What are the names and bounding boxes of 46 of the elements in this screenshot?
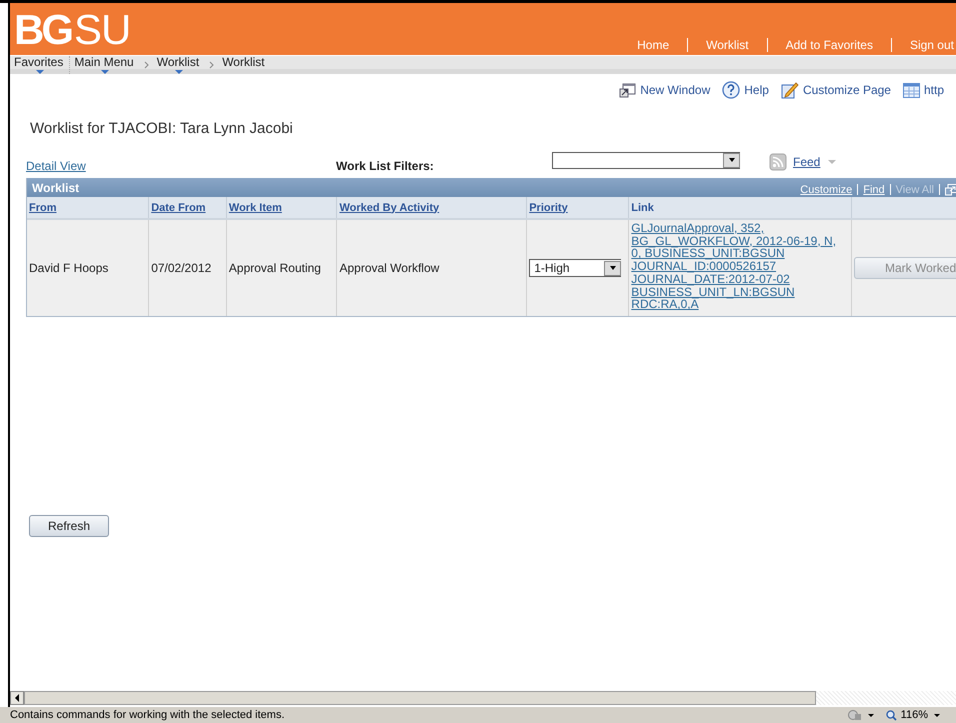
column-header[interactable]: Worked By Activity: [336, 197, 527, 219]
refresh-button[interactable]: Refresh: [29, 515, 109, 537]
scroll-left-icon[interactable]: [10, 691, 24, 705]
column-header[interactable]: Date From: [148, 197, 226, 219]
security-icon[interactable]: [848, 709, 862, 721]
breadcrumb-link[interactable]: Worklist: [218, 56, 271, 74]
column-header: Link: [628, 197, 852, 219]
filter-label: Work List Filters:: [336, 159, 435, 173]
column-header[interactable]: Priority: [526, 197, 629, 219]
feed-link[interactable]: Feed: [769, 153, 836, 171]
dropdown-caret-icon: [174, 70, 183, 74]
rss-feed-icon: [769, 153, 787, 171]
chevron-right-icon: [144, 61, 149, 69]
scrollbar-thumb[interactable]: [24, 691, 816, 705]
page-title: Worklist for TJACOBI: Tara Lynn Jacobi: [30, 120, 294, 139]
toolbar-link[interactable]: http: [902, 80, 944, 100]
breadcrumb-link[interactable]: Worklist: [152, 56, 206, 74]
table-icon: [902, 82, 920, 98]
new-window-icon[interactable]: [945, 184, 956, 196]
breadcrumb-link[interactable]: Main Menu: [70, 56, 140, 74]
zoom-level[interactable]: 116%: [900, 709, 928, 721]
table-cell: Approval Workflow: [336, 219, 527, 316]
column-header[interactable]: From: [27, 197, 149, 219]
grid-action-link[interactable]: Find: [863, 184, 885, 196]
detail-view-link[interactable]: Detail View: [26, 159, 336, 173]
grid-action-link[interactable]: Customize: [800, 184, 852, 196]
zoom-icon[interactable]: [886, 710, 897, 720]
column-header[interactable]: Work Item: [226, 197, 337, 219]
new-window-icon: [619, 82, 636, 98]
filter-dropdown[interactable]: [552, 152, 740, 168]
dropdown-caret-icon: [36, 70, 44, 74]
toolbar-link[interactable]: Customize Page: [780, 80, 891, 100]
table-cell: 07/02/2012: [148, 219, 226, 316]
table-cell: David F Hoops: [27, 219, 149, 316]
table-cell: Approval Routing: [226, 219, 337, 316]
pencil-page-icon: [780, 81, 799, 99]
chevron-right-icon: [209, 61, 214, 69]
help-icon: [722, 81, 740, 99]
grid-title: Worklist: [32, 180, 80, 194]
toolbar-link[interactable]: Help: [722, 80, 769, 100]
priority-dropdown[interactable]: 1-High: [529, 259, 622, 277]
status-text: Contains commands for working with the selected items.: [10, 709, 285, 721]
breadcrumb-link[interactable]: Favorites: [10, 56, 70, 74]
university-logo: BGSU: [14, 8, 130, 52]
dropdown-caret-icon: [101, 70, 110, 74]
toolbar-link[interactable]: New Window: [619, 80, 710, 100]
